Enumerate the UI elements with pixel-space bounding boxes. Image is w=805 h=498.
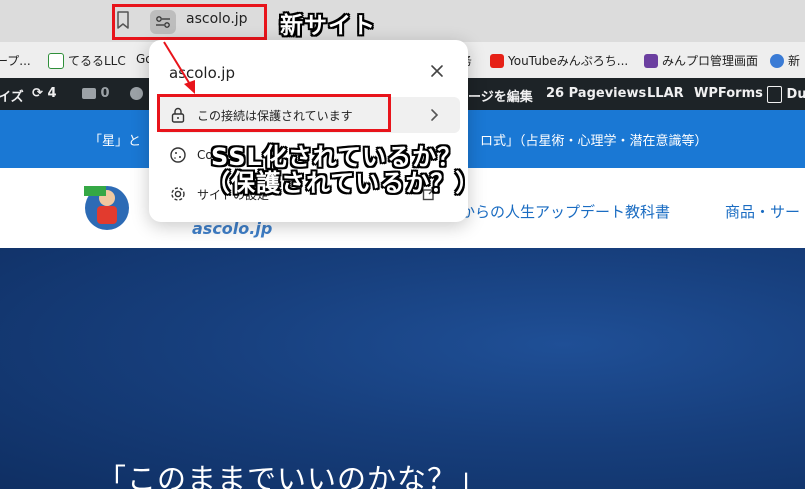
admin-comments[interactable]: 0 xyxy=(82,86,110,101)
admin-customize[interactable]: イズ xyxy=(0,86,24,105)
youtube-icon xyxy=(490,53,504,68)
hero-section xyxy=(0,248,805,489)
chart-icon[interactable] xyxy=(130,86,143,101)
admin-updates[interactable]: ⟳ 4 xyxy=(32,86,56,101)
annotation-ssl-line2: （保護されているか？） xyxy=(206,169,481,197)
admin-llar[interactable]: LLAR xyxy=(647,86,684,101)
header-text-left: 「星」と xyxy=(89,134,142,149)
bookmark-item[interactable]: てるるLLC xyxy=(48,52,126,69)
gear-icon xyxy=(171,187,185,201)
admin-wpforms[interactable]: WPForms xyxy=(694,86,763,101)
hero-heading: 「このままでいいのかな？」 xyxy=(97,462,488,496)
cookie-icon xyxy=(170,147,186,163)
bookmark-label: ープ... xyxy=(0,54,31,68)
bookmark-label: 新 xyxy=(788,54,801,68)
updates-count: 4 xyxy=(47,86,57,101)
comment-icon xyxy=(82,88,96,99)
site-logo[interactable] xyxy=(82,180,132,232)
bookmark-item[interactable]: YouTubeみんぷろち... xyxy=(490,52,628,69)
bookmark-item[interactable]: みんプロ管理画面 xyxy=(644,52,758,69)
calendar-icon xyxy=(48,52,64,69)
refresh-icon: ⟳ xyxy=(32,86,43,101)
bookmark-label: YouTubeみんぷろち... xyxy=(508,54,629,68)
chevron-right-icon xyxy=(431,109,439,121)
admin-duplicate[interactable]: Du xyxy=(767,86,805,103)
bookmark-item[interactable]: 新 xyxy=(770,52,800,69)
bookmark-item[interactable]: ープ... xyxy=(0,52,31,69)
arrow-annotation xyxy=(163,41,195,94)
comments-count: 0 xyxy=(100,86,110,101)
close-icon[interactable] xyxy=(428,62,446,80)
character-icon xyxy=(644,53,658,68)
duplicate-label: Du xyxy=(786,87,805,102)
admin-pageviews[interactable]: 26 Pageviews xyxy=(546,86,646,101)
globe-icon xyxy=(770,53,784,68)
nav-menu-products[interactable]: 商品・サー xyxy=(725,201,800,222)
duplicate-icon xyxy=(767,86,782,103)
admin-edit-page[interactable]: ージを編集 xyxy=(468,86,533,105)
bookmark-label: てるるLLC xyxy=(68,54,126,68)
url-highlight-box xyxy=(112,4,267,40)
header-text-right: ロ式」（占星術・心理学・潜在意識等） xyxy=(480,134,708,149)
bookmark-label: みんプロ管理画面 xyxy=(662,54,759,68)
annotation-new-site: 新サイト xyxy=(280,13,376,39)
nav-tagline[interactable]: からの人生アップデート教科書 xyxy=(460,201,670,222)
